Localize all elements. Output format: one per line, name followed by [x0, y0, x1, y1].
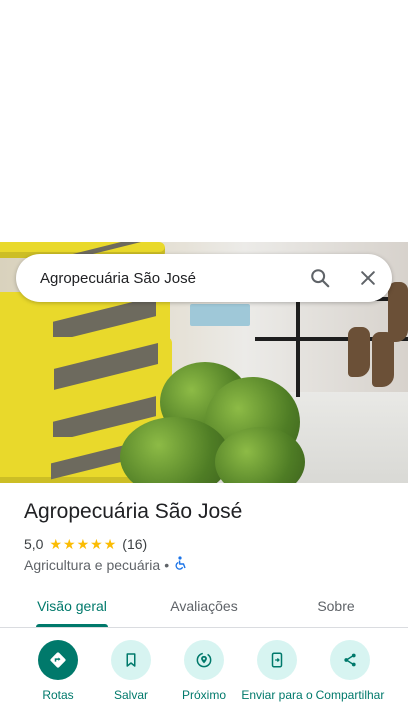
wheelchair-icon — [175, 556, 187, 573]
directions-button[interactable]: Rotas — [18, 640, 98, 702]
rating-row[interactable]: 5,0 ★ ★ ★ ★ ★ (16) — [24, 536, 147, 552]
photo-pallet — [190, 304, 250, 326]
nearby-icon[interactable] — [184, 640, 224, 680]
photo-feed-bag — [0, 337, 172, 399]
directions-label: Rotas — [42, 688, 74, 702]
tab-reviews[interactable]: Avaliações — [148, 584, 260, 628]
send-to-phone-label: Enviar para o — [241, 688, 313, 702]
tab-about[interactable]: Sobre — [280, 584, 392, 628]
search-bar[interactable]: Agropecuária São José — [16, 254, 392, 302]
rating-value: 5,0 — [24, 536, 44, 552]
place-category: Agricultura e pecuária — [24, 556, 161, 573]
nearby-button[interactable]: Próximo — [164, 640, 244, 702]
active-tab-indicator — [36, 624, 108, 627]
action-bar: Rotas Salvar Próximo Enviar para o Compa… — [0, 640, 408, 726]
search-query[interactable]: Agropecuária São José — [40, 270, 296, 287]
review-count: (16) — [122, 536, 148, 552]
share-button[interactable]: Compartilhar — [310, 640, 390, 702]
search-icon[interactable] — [296, 254, 344, 302]
photo-shelf — [296, 297, 300, 397]
photo-boot — [348, 327, 370, 377]
send-to-phone-button[interactable]: Enviar para o — [237, 640, 317, 702]
share-icon[interactable] — [330, 640, 370, 680]
star-icon: ★ — [76, 536, 90, 552]
star-icon: ★ — [49, 536, 63, 552]
save-label: Salvar — [113, 688, 148, 702]
category-row: Agricultura e pecuária • — [24, 556, 187, 573]
share-label: Compartilhar — [315, 688, 385, 702]
send-to-phone-icon[interactable] — [257, 640, 297, 680]
nearby-label: Próximo — [181, 688, 226, 702]
save-button[interactable]: Salvar — [91, 640, 171, 702]
star-icon: ★ — [63, 536, 76, 552]
star-icon: ★ — [103, 536, 117, 552]
directions-icon[interactable] — [38, 640, 78, 680]
star-icon: ★ — [90, 536, 103, 552]
rating-stars: ★ ★ ★ ★ ★ — [49, 537, 116, 551]
tab-overview[interactable]: Visão geral — [16, 584, 128, 628]
close-icon[interactable] — [344, 254, 392, 302]
category-separator: • — [164, 556, 170, 573]
place-title: Agropecuária São José — [24, 500, 243, 523]
bookmark-icon[interactable] — [111, 640, 151, 680]
tab-bar: Visão geral Avaliações Sobre — [0, 584, 408, 628]
map-area-blank — [0, 0, 408, 242]
